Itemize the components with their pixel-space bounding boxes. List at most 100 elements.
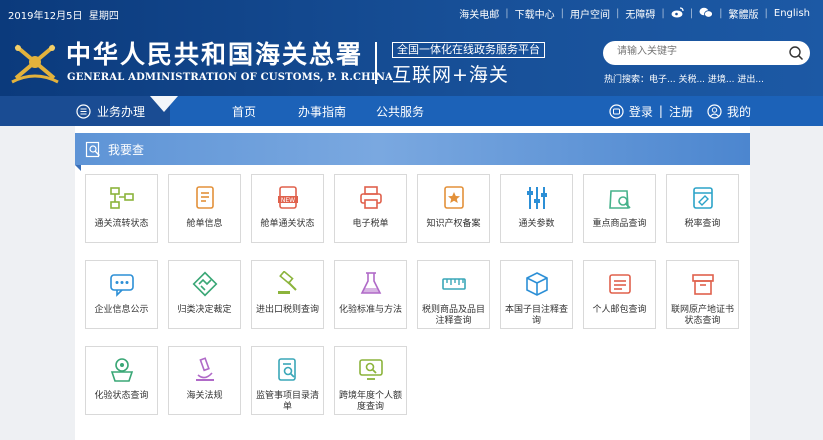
main-nav: 业务办理 首页 办事指南 公共服务 登录 | 注册 我的 — [0, 96, 823, 126]
query-tile-label: 归类决定裁定 — [177, 305, 232, 315]
query-tile-label: 本国子目注释查询 — [504, 305, 568, 326]
nav-public-service[interactable]: 公共服务 — [376, 103, 424, 120]
weekday-text: 星期四 — [88, 11, 119, 22]
chat-bubble-icon — [110, 274, 134, 297]
customs-email-link[interactable]: 海关电邮 — [459, 6, 499, 21]
wechat-icon[interactable] — [699, 7, 714, 21]
section-title: 我要查 — [108, 143, 145, 157]
business-menu-button[interactable]: 业务办理 — [0, 96, 170, 126]
query-tile[interactable]: 化验标准与方法 — [334, 260, 407, 329]
account-links: 登录 | 注册 我的 — [609, 96, 751, 126]
download-center-link[interactable]: 下载中心 — [515, 6, 555, 21]
divider: | — [560, 8, 565, 19]
ruler-icon — [442, 278, 466, 290]
nav-home[interactable]: 首页 — [232, 103, 256, 120]
section-header-fold — [75, 165, 81, 171]
query-tile-label: 通关流转状态 — [94, 219, 149, 229]
box-icon — [526, 272, 548, 296]
query-tile[interactable]: 本国子目注释查询 — [500, 260, 573, 329]
search-box — [603, 41, 810, 65]
query-tile-label: 税率查询 — [684, 219, 721, 229]
query-tile[interactable]: 个人邮包查询 — [583, 260, 656, 329]
top-links: 海关电邮 | 下载中心 | 用户空间 | 无障碍 | | | 繁體版 | English — [456, 6, 813, 21]
flask-icon — [360, 272, 382, 294]
query-panel: 我要查 通关流转状态 舱单信息 NEW 舱单通关状态 电子税单 知识产权备案 通关参数 重点商… — [75, 126, 750, 440]
customs-emblem-logo[interactable] — [10, 40, 60, 86]
divider: | — [505, 8, 509, 19]
query-tile[interactable]: 跨境年度个人额度查询 — [334, 346, 407, 415]
nav-guide[interactable]: 办事指南 — [298, 103, 346, 120]
search-document-icon — [85, 141, 100, 158]
star-certificate-icon — [444, 186, 464, 209]
business-menu-label: 业务办理 — [97, 104, 146, 119]
query-tile[interactable]: 海关法规 — [168, 346, 241, 415]
nav-notch — [150, 96, 178, 112]
query-tile[interactable]: 通关参数 — [500, 174, 573, 243]
accessibility-link[interactable]: 无障碍 — [625, 6, 655, 21]
microscope-icon — [196, 357, 214, 381]
bag-search-icon — [609, 190, 631, 209]
english-link[interactable]: English — [774, 8, 810, 19]
query-tile[interactable]: 企业信息公示 — [85, 260, 158, 329]
query-tile[interactable]: 税则商品及品目注释查询 — [417, 260, 490, 329]
platform-label[interactable]: 全国一体化在线政务服务平台 — [392, 42, 545, 58]
svg-text:NEW: NEW — [281, 197, 295, 204]
lab-basket-icon — [110, 358, 134, 382]
query-tile-label: 舱单通关状态 — [260, 219, 315, 229]
divider: | — [719, 8, 723, 19]
divider: | — [661, 8, 665, 19]
user-icon — [707, 103, 722, 119]
printer-icon — [360, 186, 382, 209]
divider — [375, 42, 377, 84]
query-tile[interactable]: 税率查询 — [666, 174, 739, 243]
top-banner: 2019年12月5日 星期四 海关电邮 | 下载中心 | 用户空间 | 无障碍 | | … — [0, 0, 823, 96]
query-tile-label: 监管事项目录清单 — [255, 391, 319, 412]
archive-box-icon — [692, 274, 714, 295]
query-tile-label: 联网原产地证书状态查询 — [670, 305, 734, 326]
traditional-chinese-link[interactable]: 繁體版 — [729, 6, 759, 21]
query-tile-label: 通关参数 — [518, 219, 555, 229]
date-display: 2019年12月5日 星期四 — [8, 7, 119, 22]
section-tab: 我要查 — [85, 141, 144, 158]
query-tile-label: 化验状态查询 — [94, 391, 149, 401]
date-text: 2019年12月5日 — [8, 11, 83, 22]
query-tile[interactable]: 联网原产地证书状态查询 — [666, 260, 739, 329]
login-link[interactable]: 登录 — [629, 103, 653, 120]
query-tile[interactable]: 归类决定裁定 — [168, 260, 241, 329]
monitor-search-icon — [359, 359, 383, 380]
query-tile[interactable]: 舱单信息 — [168, 174, 241, 243]
handshake-icon — [192, 271, 218, 297]
divider: | — [658, 104, 663, 118]
search-input[interactable] — [615, 45, 779, 58]
query-tile-label: 税则商品及品目注释查询 — [421, 305, 485, 326]
section-header: 我要查 — [75, 133, 750, 165]
query-tile[interactable]: 进出口税则查询 — [251, 260, 324, 329]
menu-icon — [76, 103, 91, 119]
query-tile[interactable]: 知识产权备案 — [417, 174, 490, 243]
query-tile[interactable]: 化验状态查询 — [85, 346, 158, 415]
tag-card-icon — [693, 187, 713, 209]
weibo-icon[interactable] — [671, 6, 684, 21]
internet-plus-customs-slogan[interactable]: 互联网+海关 — [392, 60, 509, 87]
login-icon — [609, 103, 624, 119]
divider: | — [616, 8, 620, 19]
search-icon[interactable] — [788, 45, 804, 61]
query-tile-label: 海关法规 — [186, 391, 223, 401]
query-tile[interactable]: 电子税单 — [334, 174, 407, 243]
divider: | — [764, 8, 768, 19]
user-space-link[interactable]: 用户空间 — [570, 6, 610, 21]
sliders-icon — [527, 187, 547, 209]
query-tile-label: 跨境年度个人额度查询 — [338, 391, 402, 412]
register-link[interactable]: 注册 — [669, 103, 693, 120]
query-tile-label: 重点商品查询 — [592, 219, 647, 229]
query-tile[interactable]: 监管事项目录清单 — [251, 346, 324, 415]
hot-search-label: 热门搜索： — [604, 75, 650, 85]
hot-search-terms[interactable]: 电子... 关税... 进境... 进出... — [649, 75, 764, 85]
query-tile[interactable]: 通关流转状态 — [85, 174, 158, 243]
document-icon — [196, 186, 214, 209]
query-tile[interactable]: NEW 舱单通关状态 — [251, 174, 324, 243]
query-tile[interactable]: 重点商品查询 — [583, 174, 656, 243]
checklist-search-icon — [278, 358, 296, 381]
my-account-link[interactable]: 我的 — [727, 103, 751, 120]
query-tile-label: 化验标准与方法 — [338, 305, 402, 315]
